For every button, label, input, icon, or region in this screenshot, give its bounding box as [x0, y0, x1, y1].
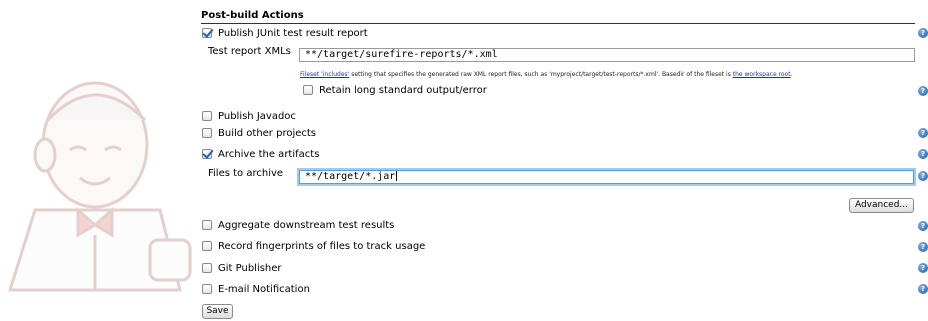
aggregate-label: Aggregate downstream test results [218, 219, 395, 231]
help-icon[interactable]: ? [918, 28, 928, 38]
email-notification-label: E-mail Notification [218, 283, 310, 295]
publish-junit-label: Publish JUnit test result report [218, 27, 368, 39]
test-report-xmls-input[interactable]: **/target/surefire-reports/*.xml [299, 48, 915, 62]
help-icon[interactable]: ? [918, 284, 928, 294]
files-to-archive-label: Files to archive [208, 168, 284, 179]
publish-junit-row[interactable]: Publish JUnit test result report [202, 25, 368, 41]
aggregate-checkbox[interactable] [202, 220, 212, 230]
test-report-xmls-label: Test report XMLs [208, 46, 291, 57]
git-publisher-label: Git Publisher [218, 262, 282, 274]
git-publisher-row[interactable]: Git Publisher [202, 260, 282, 276]
workspace-root-link[interactable]: the workspace root [733, 71, 791, 78]
fingerprints-row[interactable]: Record fingerprints of files to track us… [202, 238, 425, 254]
publish-javadoc-label: Publish Javadoc [218, 110, 296, 122]
aggregate-row[interactable]: Aggregate downstream test results [202, 217, 394, 233]
help-icon[interactable]: ? [918, 149, 928, 159]
build-other-projects-row[interactable]: Build other projects [202, 125, 316, 141]
publish-javadoc-checkbox[interactable] [202, 111, 212, 121]
fileset-description-end: . [790, 71, 793, 78]
section-title: Post-build Actions [201, 10, 915, 24]
build-other-projects-checkbox[interactable] [202, 128, 212, 138]
help-icon[interactable]: ? [918, 242, 928, 252]
fileset-description: Fileset 'includes' setting that specifie… [300, 71, 793, 78]
help-icon[interactable]: ? [918, 128, 928, 138]
help-icon[interactable]: ? [918, 86, 928, 96]
retain-output-label: Retain long standard output/error [319, 84, 487, 96]
fingerprints-checkbox[interactable] [202, 241, 212, 251]
email-notification-row[interactable]: E-mail Notification [202, 281, 310, 297]
fileset-description-text: setting that specifies the generated raw… [349, 71, 733, 78]
publish-junit-checkbox[interactable] [202, 28, 212, 38]
files-to-archive-value: **/target/*.jar [305, 171, 396, 182]
retain-output-checkbox[interactable] [303, 85, 313, 95]
archive-artifacts-row[interactable]: Archive the artifacts [202, 146, 319, 162]
build-other-projects-label: Build other projects [218, 127, 317, 139]
help-icon[interactable]: ? [918, 263, 928, 273]
email-notification-checkbox[interactable] [202, 284, 212, 294]
fileset-includes-link[interactable]: Fileset 'includes' [300, 71, 349, 78]
help-icon[interactable]: ? [918, 171, 928, 181]
help-icon[interactable]: ? [918, 221, 928, 231]
text-caret [396, 171, 398, 181]
files-to-archive-input[interactable]: **/target/*.jar [299, 170, 914, 184]
archive-artifacts-checkbox[interactable] [202, 149, 212, 159]
save-button[interactable]: Save [202, 304, 233, 319]
jenkins-mascot-icon [7, 81, 192, 292]
advanced-button[interactable]: Advanced... [849, 198, 914, 213]
git-publisher-checkbox[interactable] [202, 263, 212, 273]
publish-javadoc-row[interactable]: Publish Javadoc [202, 108, 296, 124]
archive-artifacts-label: Archive the artifacts [218, 148, 320, 160]
fingerprints-label: Record fingerprints of files to track us… [218, 240, 426, 252]
retain-output-row[interactable]: Retain long standard output/error [303, 82, 487, 98]
